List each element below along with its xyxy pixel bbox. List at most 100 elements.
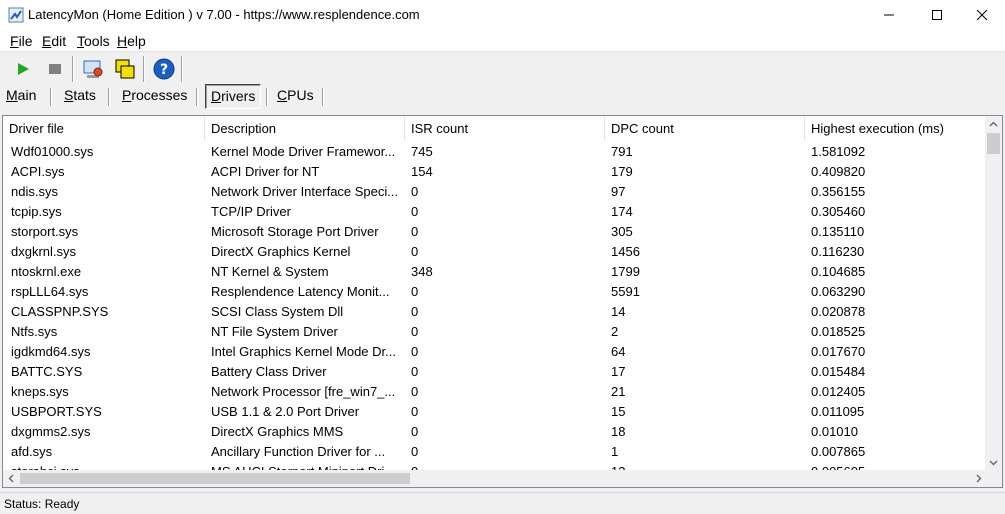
horizontal-scroll-thumb[interactable] <box>20 473 410 484</box>
table-row[interactable]: afd.sys Ancillary Function Driver for ...… <box>3 441 987 461</box>
table-row[interactable]: kneps.sys Network Processor [fre_win7_...… <box>3 381 987 401</box>
column-header-isr-count[interactable]: ISR count <box>405 116 605 141</box>
cell-dpc-count: 305 <box>611 224 633 239</box>
tab-main[interactable]: Main <box>6 84 36 109</box>
cell-dpc-count: 21 <box>611 384 626 399</box>
menu-help[interactable]: Help <box>117 33 146 49</box>
table-row[interactable]: igdkmd64.sys Intel Graphics Kernel Mode D… <box>3 341 987 361</box>
cell-highest-execution: 0.063290 <box>811 284 866 299</box>
stop-button[interactable] <box>43 57 67 81</box>
toolbar: ? <box>0 53 1005 85</box>
stop-icon <box>49 64 61 74</box>
cell-description: Ancillary Function Driver for ... <box>211 444 386 459</box>
cell-description: TCP/IP Driver <box>211 204 291 219</box>
table-row[interactable]: CLASSPNP.SYS SCSI Class System Dll 0 14 0.02… <box>3 301 987 321</box>
table-row[interactable]: Ntfs.sys NT File System Driver 0 2 0.018525 <box>3 321 987 341</box>
cell-dpc-count: 97 <box>611 184 626 199</box>
help-button[interactable]: ? <box>152 57 176 81</box>
svg-text:?: ? <box>160 62 168 78</box>
windows-button[interactable] <box>113 57 137 81</box>
column-header-dpc-count[interactable]: DPC count <box>605 116 805 141</box>
cell-dpc-count: 18 <box>611 424 626 439</box>
cell-driver-file: storport.sys <box>11 224 79 239</box>
tab-cpus[interactable]: CPUs <box>277 84 314 109</box>
cell-description: NT Kernel & System <box>211 264 329 279</box>
column-header-highest-execution[interactable]: Highest execution (ms) <box>805 116 987 141</box>
status-text: Status: Ready <box>4 497 80 511</box>
menu-tools[interactable]: Tools <box>77 33 110 49</box>
table-row[interactable]: ntoskrnl.exe NT Kernel & System 348 1799 0.1… <box>3 261 987 281</box>
table-row[interactable]: ACPI.sys ACPI Driver for NT 154 179 0.409820 <box>3 161 987 181</box>
cell-highest-execution: 0.116230 <box>811 244 865 259</box>
cell-dpc-count: 1456 <box>611 244 640 259</box>
cell-highest-execution: 0.01010 <box>811 424 858 439</box>
drivers-list[interactable]: Driver file Description ISR count DPC co… <box>2 115 1003 488</box>
cell-highest-execution: 0.012405 <box>811 384 866 399</box>
table-row[interactable]: storport.sys Microsoft Storage Port Drive… <box>3 221 987 241</box>
windows-icon <box>115 59 135 79</box>
cell-dpc-count: 14 <box>611 304 626 319</box>
table-row[interactable]: dxgmms2.sys DirectX Graphics MMS 0 18 0.0101… <box>3 421 987 441</box>
computer-button[interactable] <box>81 57 105 81</box>
scroll-up-button[interactable] <box>985 116 1002 133</box>
scroll-down-button[interactable] <box>985 454 1002 471</box>
cell-isr-count: 0 <box>411 244 419 259</box>
cell-dpc-count: 17 <box>611 364 626 379</box>
cell-highest-execution: 0.017670 <box>811 344 866 359</box>
cell-description: DirectX Graphics Kernel <box>211 244 351 259</box>
minimize-button[interactable] <box>866 0 912 30</box>
cell-description: Battery Class Driver <box>211 364 327 379</box>
list-header: Driver file Description ISR count DPC co… <box>3 116 987 141</box>
status-bar: Status: Ready <box>0 492 1005 514</box>
cell-description: DirectX Graphics MMS <box>211 424 344 439</box>
table-row[interactable]: Wdf01000.sys Kernel Mode Driver Framewor.… <box>3 141 987 161</box>
cell-driver-file: ndis.sys <box>11 184 58 199</box>
tab-stats[interactable]: Stats <box>64 84 96 109</box>
computer-icon <box>83 60 103 78</box>
cell-isr-count: 0 <box>411 204 419 219</box>
cell-highest-execution: 0.011095 <box>811 404 865 419</box>
cell-highest-execution: 0.356155 <box>811 184 866 199</box>
cell-dpc-count: 5591 <box>611 284 640 299</box>
start-button[interactable] <box>11 57 35 81</box>
vertical-scrollbar[interactable] <box>985 116 1002 471</box>
cell-isr-count: 348 <box>411 264 433 279</box>
cell-description: SCSI Class System Dll <box>211 304 344 319</box>
column-header-driver-file[interactable]: Driver file <box>3 116 205 141</box>
menu-file[interactable]: File <box>10 33 33 49</box>
tab-separator <box>196 88 198 106</box>
cell-driver-file: tcpip.sys <box>11 204 62 219</box>
tab-processes[interactable]: Processes <box>122 84 187 109</box>
tab-drivers[interactable]: Drivers <box>205 84 261 109</box>
cell-dpc-count: 2 <box>611 324 619 339</box>
cell-highest-execution: 0.015484 <box>811 364 866 379</box>
latencymon-app-icon <box>8 7 24 23</box>
cell-isr-count: 0 <box>411 284 419 299</box>
column-header-description[interactable]: Description <box>205 116 405 141</box>
window-title: LatencyMon (Home Edition ) v 7.00 - http… <box>28 7 420 22</box>
cell-driver-file: BATTC.SYS <box>11 364 83 379</box>
table-row[interactable]: ndis.sys Network Driver Interface Speci..… <box>3 181 987 201</box>
minimize-icon <box>884 14 894 16</box>
cell-isr-count: 0 <box>411 444 419 459</box>
table-row[interactable]: rspLLL64.sys Resplendence Latency Monit..… <box>3 281 987 301</box>
tab-separator <box>108 88 110 106</box>
chevron-up-icon <box>989 121 998 127</box>
menu-edit[interactable]: Edit <box>42 33 66 49</box>
close-button[interactable] <box>959 0 1005 30</box>
horizontal-scrollbar[interactable] <box>3 470 987 487</box>
play-icon <box>18 63 29 75</box>
cell-isr-count: 154 <box>411 164 433 179</box>
maximize-button[interactable] <box>914 0 960 30</box>
table-row[interactable]: USBPORT.SYS USB 1.1 & 2.0 Port Driver 0 15 0… <box>3 401 987 421</box>
cell-driver-file: rspLLL64.sys <box>11 284 89 299</box>
cell-description: USB 1.1 & 2.0 Port Driver <box>211 404 360 419</box>
table-row[interactable]: tcpip.sys TCP/IP Driver 0 174 0.305460 <box>3 201 987 221</box>
cell-driver-file: USBPORT.SYS <box>11 404 102 419</box>
vertical-scroll-thumb[interactable] <box>987 133 1000 154</box>
table-row[interactable]: dxgkrnl.sys DirectX Graphics Kernel 0 1456 0… <box>3 241 987 261</box>
cell-driver-file: Wdf01000.sys <box>11 144 94 159</box>
title-bar: LatencyMon (Home Edition ) v 7.00 - http… <box>0 0 1005 30</box>
table-row[interactable]: BATTC.SYS Battery Class Driver 0 17 0.015484 <box>3 361 987 381</box>
scroll-left-button[interactable] <box>3 470 20 487</box>
